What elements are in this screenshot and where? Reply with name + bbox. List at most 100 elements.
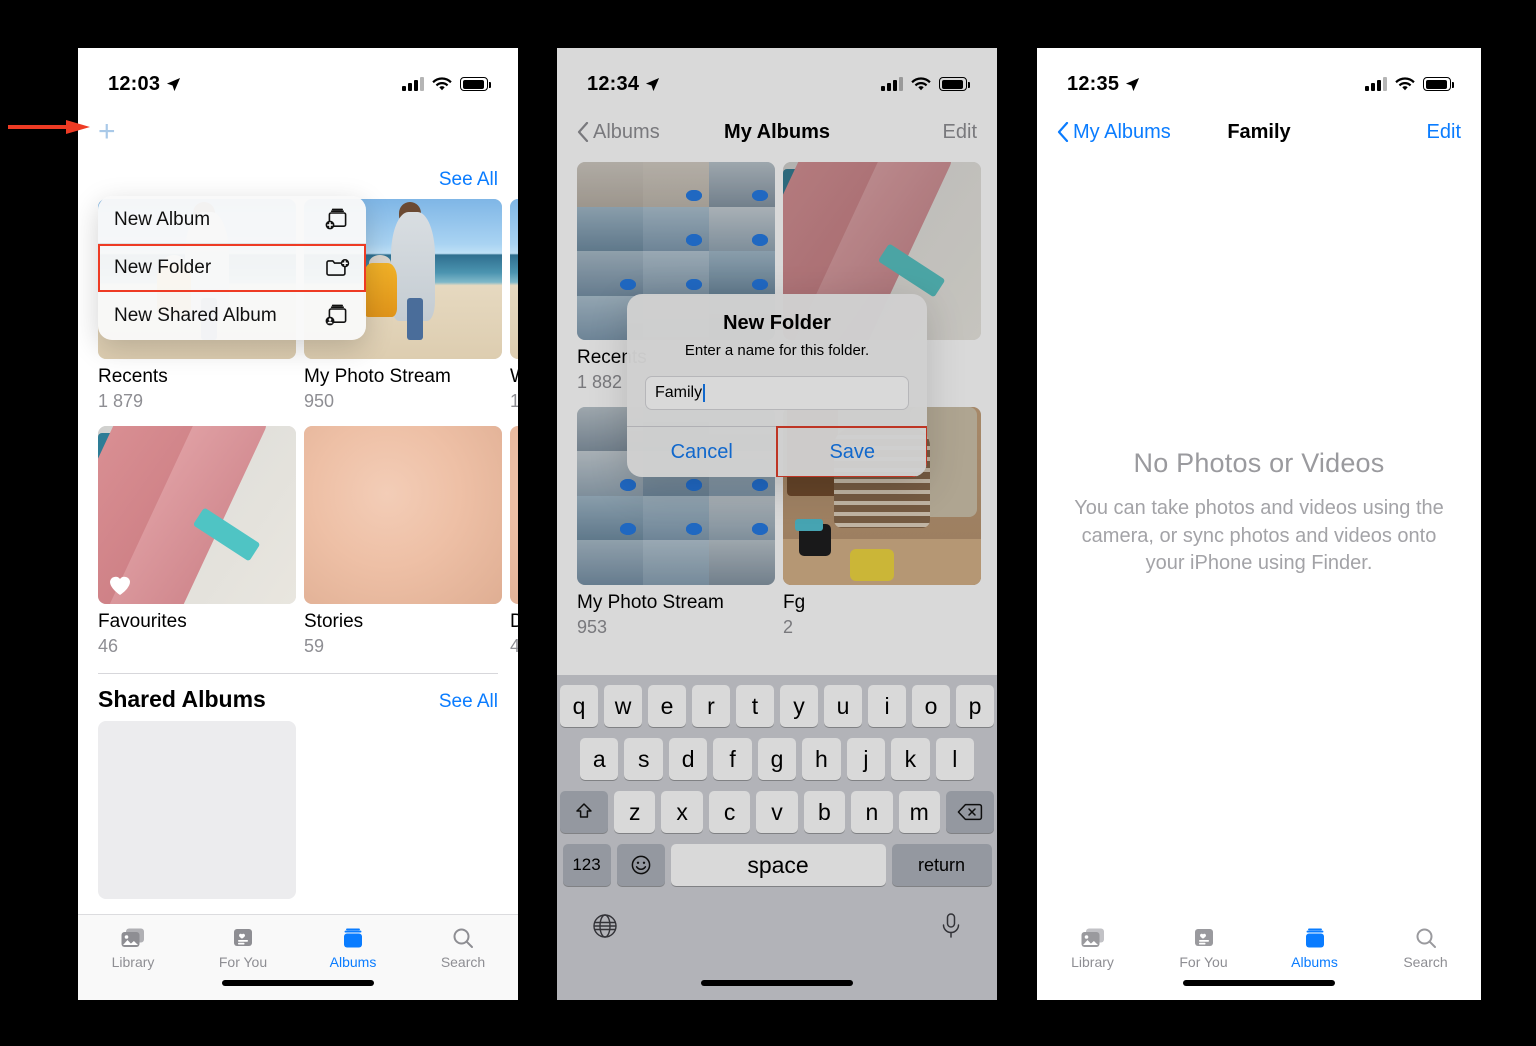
key-l[interactable]: l — [935, 738, 974, 780]
key-q[interactable]: q — [560, 685, 598, 727]
key-y[interactable]: y — [780, 685, 818, 727]
key-j[interactable]: j — [846, 738, 886, 780]
key-t[interactable]: t — [736, 685, 774, 727]
save-button[interactable]: Save — [775, 426, 927, 477]
key-i[interactable]: i — [868, 685, 906, 727]
globe-icon[interactable] — [590, 911, 620, 941]
shift-key[interactable] — [560, 791, 609, 833]
home-indicator — [701, 980, 853, 986]
key-g[interactable]: g — [757, 738, 797, 780]
location-arrow-icon — [646, 77, 660, 91]
for-you-icon — [234, 929, 252, 946]
empty-state: No Photos or Videos You can take photos … — [1037, 448, 1481, 578]
add-context-menu: New Album New Folder New Shared Album — [98, 196, 366, 340]
back-button[interactable]: My Albums — [1057, 121, 1171, 144]
albums-icon — [1305, 928, 1324, 948]
nav-bar: My Albums Family Edit — [1037, 106, 1481, 158]
cellular-signal-icon — [881, 77, 903, 91]
cancel-button[interactable]: Cancel — [627, 427, 777, 477]
menu-item-label: New Shared Album — [114, 305, 277, 326]
key-o[interactable]: o — [912, 685, 950, 727]
key-d[interactable]: d — [668, 738, 708, 780]
alert-message: Enter a name for this folder. — [684, 342, 870, 359]
key-b[interactable]: b — [803, 791, 846, 833]
tab-search[interactable]: Search — [408, 927, 518, 970]
album-card-partial-d[interactable]: D 4 — [510, 425, 518, 657]
wifi-icon — [1395, 76, 1415, 90]
menu-item-new-folder[interactable]: New Folder — [98, 244, 366, 292]
search-icon — [1416, 928, 1436, 948]
cellular-signal-icon — [1365, 77, 1387, 91]
back-label: My Albums — [1073, 120, 1171, 143]
key-f[interactable]: f — [713, 738, 752, 780]
shared-albums-title: Shared Albums — [98, 685, 266, 712]
back-button[interactable]: Albums — [577, 121, 660, 144]
space-key[interactable]: space — [670, 844, 886, 886]
key-m[interactable]: m — [898, 791, 940, 833]
phone-screen-1: 12:03 + My Albums See All Recents 1 879 — [78, 48, 518, 1000]
folder-name-input[interactable]: Family — [645, 376, 909, 410]
tab-albums[interactable]: Albums — [1259, 927, 1370, 970]
battery-icon — [1423, 77, 1454, 91]
key-p[interactable]: p — [956, 685, 994, 727]
album-name: W — [510, 366, 518, 388]
tab-library[interactable]: Library — [1037, 927, 1148, 970]
key-c[interactable]: c — [708, 791, 751, 833]
edit-button[interactable]: Edit — [943, 121, 977, 144]
status-time: 12:35 — [1067, 72, 1120, 95]
album-card-partial-w[interactable]: W 15 — [510, 199, 518, 412]
status-bar: 12:35 — [1037, 48, 1481, 106]
numbers-key[interactable]: 123 — [562, 844, 611, 886]
library-icon — [121, 928, 144, 947]
key-n[interactable]: n — [851, 791, 893, 833]
tab-label: Albums — [1291, 954, 1338, 970]
album-count: 950 — [304, 390, 335, 411]
album-thumbnail — [510, 425, 518, 604]
shared-album-grid — [78, 720, 518, 899]
key-x[interactable]: x — [661, 791, 703, 833]
key-r[interactable]: r — [692, 685, 730, 727]
key-s[interactable]: s — [624, 738, 663, 780]
album-count: 953 — [577, 616, 608, 637]
shared-albums-see-all-link[interactable]: See All — [439, 691, 498, 713]
key-v[interactable]: v — [756, 791, 798, 833]
tab-for-you[interactable]: For You — [1148, 927, 1259, 970]
shared-albums-section-header: Shared Albums See All — [78, 674, 518, 721]
key-e[interactable]: e — [648, 685, 686, 727]
emoji-key[interactable] — [616, 844, 665, 886]
return-key[interactable]: return — [891, 844, 992, 886]
add-album-button[interactable]: + — [98, 117, 116, 147]
backspace-key[interactable] — [945, 791, 994, 833]
album-name: My Photo Stream — [304, 366, 451, 387]
album-count: 4 — [510, 635, 518, 656]
tab-bar: Library For You Albums Search — [1037, 914, 1481, 1000]
album-count: 15 — [510, 390, 518, 411]
microphone-icon[interactable] — [938, 911, 964, 941]
key-h[interactable]: h — [802, 738, 841, 780]
key-k[interactable]: k — [891, 738, 930, 780]
battery-icon — [460, 77, 491, 91]
album-card-stories[interactable]: Stories 59 — [304, 425, 502, 657]
key-z[interactable]: z — [614, 791, 656, 833]
shared-album-card[interactable] — [98, 720, 296, 899]
album-name: My Photo Stream — [577, 591, 724, 613]
tab-search[interactable]: Search — [1370, 927, 1481, 970]
status-bar: 12:03 — [78, 48, 518, 106]
chevron-left-icon — [1057, 122, 1069, 142]
alert-title: New Folder — [723, 312, 831, 334]
edit-button[interactable]: Edit — [1427, 121, 1461, 144]
tab-for-you[interactable]: For You — [188, 927, 298, 970]
my-albums-see-all-link[interactable]: See All — [439, 169, 498, 191]
menu-item-new-album[interactable]: New Album — [98, 196, 366, 244]
menu-item-label: New Album — [114, 208, 211, 230]
key-u[interactable]: u — [824, 685, 862, 727]
tab-label: Library — [111, 954, 155, 970]
folder-plus-icon — [326, 258, 350, 276]
key-a[interactable]: a — [580, 738, 619, 780]
album-card-favourites[interactable]: Favourites 46 — [98, 425, 296, 657]
tab-library[interactable]: Library — [78, 927, 188, 970]
menu-item-new-shared-album[interactable]: New Shared Album — [98, 292, 366, 340]
empty-state-title: No Photos or Videos — [1133, 448, 1385, 478]
tab-albums[interactable]: Albums — [298, 927, 408, 970]
key-w[interactable]: w — [604, 685, 642, 727]
